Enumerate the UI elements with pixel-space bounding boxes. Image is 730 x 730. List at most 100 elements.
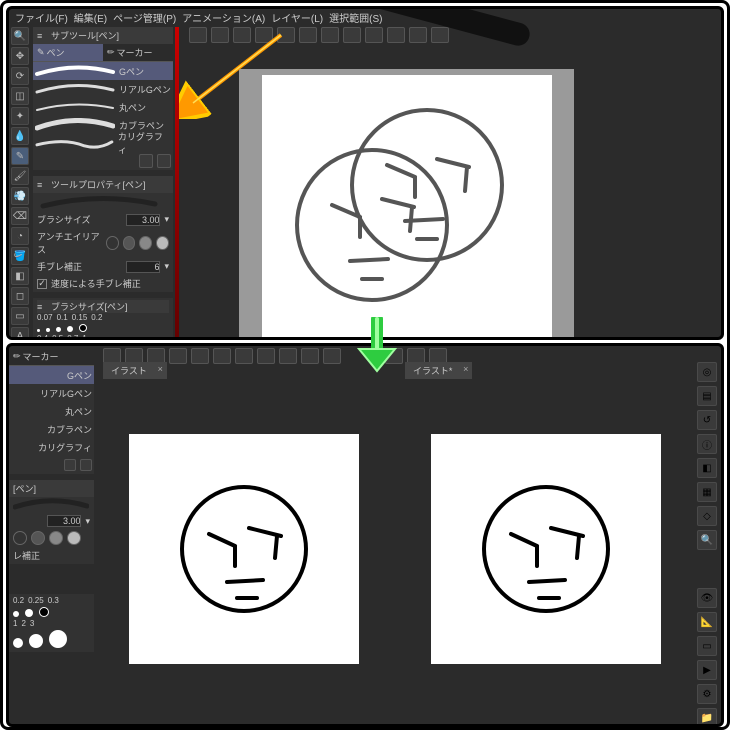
top-toolbar [183,25,455,45]
tb-open-icon[interactable] [211,27,229,43]
tool-grad-icon[interactable]: ◧ [11,267,29,285]
prop-bs-bot[interactable]: ▾ [9,513,94,529]
prop-tebure[interactable]: 手ブレ補正 ▾ [33,258,173,275]
drawing-face-left [129,434,359,664]
close-icon[interactable]: × [463,364,468,374]
tool-select-icon[interactable]: ◫ [11,87,29,105]
tool-dropper-icon[interactable]: 💧 [11,127,29,145]
brush-calli-b[interactable]: カリグラフィ [9,438,94,456]
folder-icon[interactable]: 📁 [697,708,717,727]
tab-marker[interactable]: ✏ マーカー [103,44,173,61]
frame-icon[interactable]: ▭ [697,636,717,656]
dropdown-icon[interactable]: ▾ [164,261,169,272]
tb-undo-icon[interactable] [255,27,273,43]
anim-icon[interactable]: ▶ [697,660,717,680]
menu-file[interactable]: ファイル(F) [15,10,68,25]
swatch-icon[interactable]: ▦ [697,482,717,502]
view-left: イラスト× [97,362,391,720]
brush-kabura-b[interactable]: カブラペン [9,420,94,438]
tool-text-icon[interactable]: A [11,327,29,340]
layer-icon[interactable]: ▤ [697,386,717,406]
bs-input-bot[interactable] [47,515,81,527]
subtool-panel: サブツール[ペン] ✎ ペン ✏ マーカー Gペン リ [33,27,173,340]
tool-zoom-icon[interactable]: 🔍 [11,27,29,45]
tb-misc-icon[interactable] [431,27,449,43]
tebure-input[interactable] [126,261,160,273]
tool-frame-icon[interactable]: ▭ [11,307,29,325]
brush-size-panel: ブラシサイズ[ペン] 0.07 0.1 0.15 0.2 0.4 [33,298,173,340]
canvas-left[interactable] [101,382,387,716]
dropdown-icon[interactable]: ▾ [85,516,90,527]
tb-zoom-icon[interactable] [343,27,361,43]
prop-speed[interactable]: ✓ 速度による手ブレ補正 [33,275,173,292]
menu-layer[interactable]: レイヤー(L) [271,10,323,25]
brush-gpen-b[interactable]: Gペン [9,366,94,384]
doc-tab-right[interactable]: イラスト*× [405,362,472,379]
nav-icon[interactable]: ◎ [697,362,717,382]
canvas-area-top[interactable] [239,69,574,340]
paper-left[interactable] [129,434,359,664]
doc-tab-left[interactable]: イラスト× [103,362,167,379]
hamburger-icon[interactable] [37,180,47,190]
hamburger-icon[interactable] [37,302,47,312]
action-icon[interactable]: ⚙ [697,684,717,704]
history-icon[interactable]: ↺ [697,410,717,430]
prop-antialias[interactable]: アンチエイリアス [33,228,173,258]
marker-icon: ✏ [107,47,115,58]
tab-pen[interactable]: ✎ ペン [33,44,103,61]
tb-select-icon[interactable] [321,27,339,43]
canvas-paper-top[interactable] [262,75,552,340]
brush-list-footer [33,152,173,170]
brush-realg-b[interactable]: リアルGペン [9,384,94,402]
material-icon[interactable]: ◇ [697,506,717,526]
menubar: ファイル(F) 編集(E) ページ管理(P) アニメーション(A) レイヤー(L… [9,9,721,25]
brush-del-icon[interactable] [80,459,92,471]
ruler-icon[interactable]: 📐 [697,612,717,632]
tool-wand-icon[interactable]: ✦ [11,107,29,125]
paper-right[interactable] [431,434,661,664]
tool-move-icon[interactable]: ✥ [11,47,29,65]
dropdown-icon[interactable]: ▾ [164,214,169,225]
brush-gpen[interactable]: Gペン [33,62,173,80]
top-panel: ファイル(F) 編集(E) ページ管理(P) アニメーション(A) レイヤー(L… [6,6,724,340]
tb-save-icon[interactable] [233,27,251,43]
tool-brush-icon[interactable]: 🖌 [11,167,29,185]
tb-rotate-icon[interactable] [365,27,383,43]
tool-air-icon[interactable]: 💨 [11,187,29,205]
hamburger-icon[interactable] [37,31,47,41]
info-icon[interactable]: ⓘ [697,434,717,454]
tool-eraser-icon[interactable]: ⌫ [11,207,29,225]
brush-calli[interactable]: カリグラフィ [33,134,173,152]
close-icon[interactable]: × [158,364,163,374]
brush-maru[interactable]: 丸ペン [33,98,173,116]
tb-new-icon[interactable] [189,27,207,43]
drawing-doublevision [262,75,552,340]
menu-select[interactable]: 選択範囲(S) [329,10,382,25]
brush-size-input[interactable] [126,214,160,226]
canvas-right[interactable] [403,382,689,716]
tb-fit-icon[interactable] [387,27,405,43]
eye-icon[interactable]: 👁 [697,588,717,608]
menu-anim[interactable]: アニメーション(A) [182,10,265,25]
prop-brushsize[interactable]: ブラシサイズ ▾ [33,211,173,228]
prop-tebure-bot[interactable]: レ補正 [9,547,94,564]
tab-marker-bot[interactable]: ✏ マーカー [9,348,94,365]
brush-add-icon[interactable] [139,154,153,168]
color-icon[interactable]: ◧ [697,458,717,478]
tool-fill-icon[interactable]: 🪣 [11,247,29,265]
tool-pen-icon[interactable]: ✎ [11,147,29,165]
tool-shape-icon[interactable]: ◻ [11,287,29,305]
tb-grid-icon[interactable] [409,27,427,43]
brush-realg[interactable]: リアルGペン [33,80,173,98]
search-icon[interactable]: 🔍 [697,530,717,550]
tb-clear-icon[interactable] [299,27,317,43]
tb-redo-icon[interactable] [277,27,295,43]
brush-del-icon[interactable] [157,154,171,168]
bottom-panel: ✏ マーカー Gペン リアルGペン 丸ペン カブラペン カリグラフィ [ペン] [6,343,724,727]
brush-maru-b[interactable]: 丸ペン [9,402,94,420]
brush-add-icon[interactable] [64,459,76,471]
menu-edit[interactable]: 編集(E) [74,10,107,25]
menu-page[interactable]: ページ管理(P) [113,10,176,25]
tool-blend-icon[interactable]: ◔ [11,227,29,245]
tool-rotate-icon[interactable]: ⟳ [11,67,29,85]
